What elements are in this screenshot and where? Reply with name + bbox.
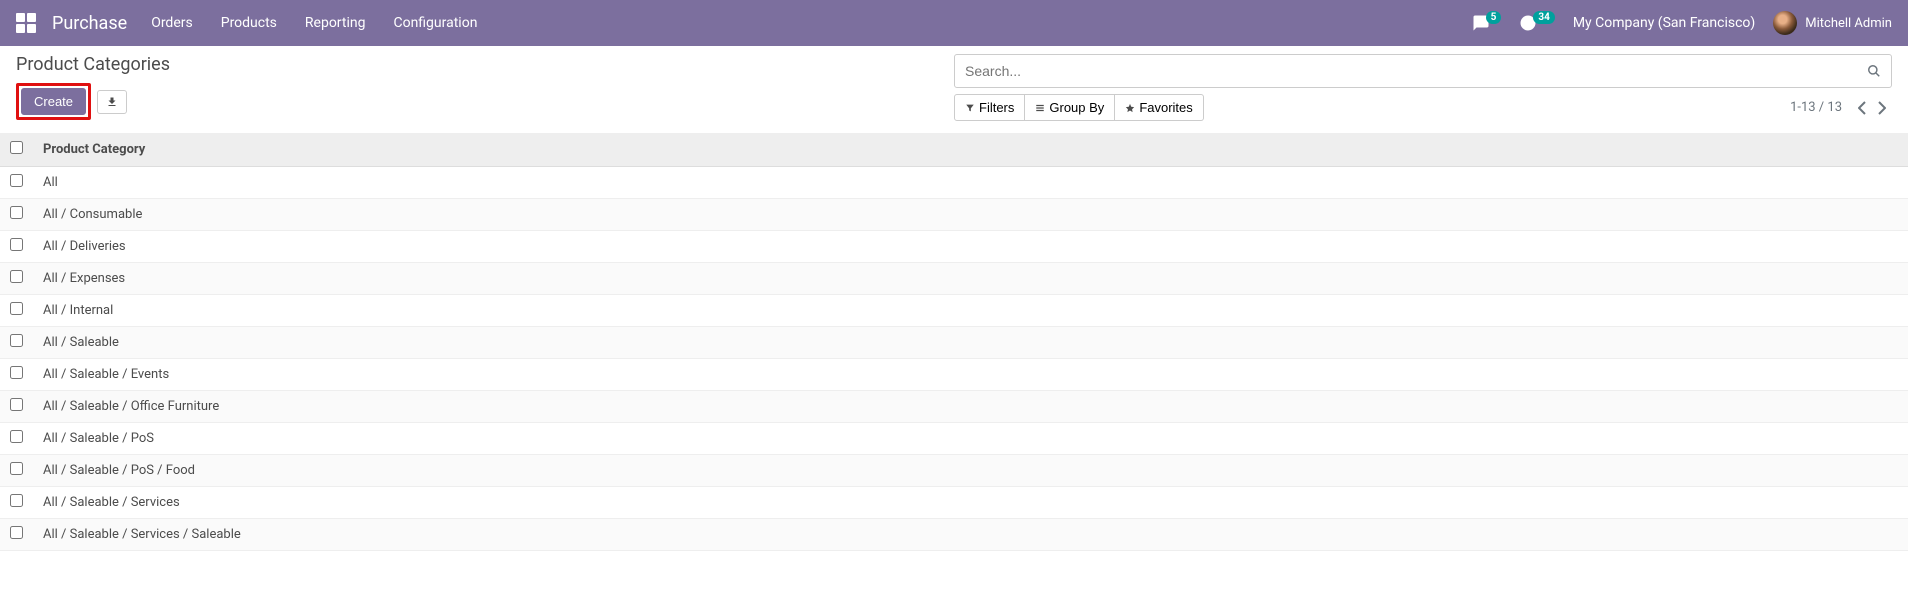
app-brand[interactable]: Purchase [52, 13, 127, 34]
table-row[interactable]: All / Saleable [0, 327, 1908, 359]
favorites-label: Favorites [1139, 100, 1192, 115]
search-input[interactable] [955, 57, 1857, 85]
user-menu[interactable]: Mitchell Admin [1773, 11, 1892, 35]
row-checkbox[interactable] [10, 334, 23, 347]
pager-next[interactable] [1872, 97, 1892, 119]
nav-item-products[interactable]: Products [221, 15, 277, 31]
messages-badge: 5 [1486, 11, 1502, 24]
table-row[interactable]: All [0, 167, 1908, 199]
nav-item-configuration[interactable]: Configuration [393, 15, 477, 31]
row-checkbox[interactable] [10, 238, 23, 251]
row-checkbox[interactable] [10, 462, 23, 475]
search-icon [1867, 64, 1881, 78]
pager-text[interactable]: 1-13 / 13 [1790, 100, 1842, 115]
create-button[interactable]: Create [21, 88, 86, 115]
create-highlight: Create [16, 83, 91, 120]
row-checkbox[interactable] [10, 174, 23, 187]
row-checkbox[interactable] [10, 206, 23, 219]
table-row[interactable]: All / Saleable / Services [0, 487, 1908, 519]
row-category-name: All [33, 167, 1908, 199]
row-category-name: All / Saleable / Events [33, 359, 1908, 391]
row-category-name: All / Saleable / Office Furniture [33, 391, 1908, 423]
search-toolbar: Filters Group By Favorites [954, 94, 1204, 121]
select-all-checkbox[interactable] [10, 141, 23, 154]
search-button[interactable] [1857, 64, 1891, 78]
export-button[interactable] [97, 90, 127, 114]
row-category-name: All / Saleable [33, 327, 1908, 359]
category-list: Product Category AllAll / ConsumableAll … [0, 133, 1908, 551]
row-checkbox[interactable] [10, 270, 23, 283]
table-row[interactable]: All / Saleable / Office Furniture [0, 391, 1908, 423]
table-row[interactable]: All / Deliveries [0, 231, 1908, 263]
list-icon [1035, 103, 1045, 113]
table-row[interactable]: All / Consumable [0, 199, 1908, 231]
row-checkbox[interactable] [10, 398, 23, 411]
messages-button[interactable]: 5 [1472, 14, 1502, 32]
filter-icon [965, 103, 975, 113]
column-header-category[interactable]: Product Category [33, 133, 1908, 167]
row-checkbox[interactable] [10, 494, 23, 507]
search-box [954, 54, 1892, 88]
user-name: Mitchell Admin [1805, 16, 1892, 31]
pager-prev[interactable] [1852, 97, 1872, 119]
row-category-name: All / Internal [33, 295, 1908, 327]
groupby-button[interactable]: Group By [1025, 94, 1115, 121]
activities-badge: 34 [1533, 11, 1554, 24]
nav-item-reporting[interactable]: Reporting [305, 15, 366, 31]
groupby-label: Group By [1049, 100, 1104, 115]
breadcrumb: Product Categories [16, 54, 954, 75]
nav-right: 5 34 My Company (San Francisco) Mitchell… [1472, 11, 1892, 35]
row-checkbox[interactable] [10, 526, 23, 539]
apps-icon[interactable] [16, 13, 36, 33]
table-row[interactable]: All / Saleable / PoS / Food [0, 455, 1908, 487]
chevron-left-icon [1858, 101, 1866, 115]
table-row[interactable]: All / Saleable / Services / Saleable [0, 519, 1908, 551]
table-row[interactable]: All / Internal [0, 295, 1908, 327]
avatar [1773, 11, 1797, 35]
row-category-name: All / Expenses [33, 263, 1908, 295]
star-icon [1125, 103, 1135, 113]
nav-menu: Orders Products Reporting Configuration [151, 15, 1471, 31]
table-row[interactable]: All / Saleable / PoS [0, 423, 1908, 455]
control-panel: Product Categories Create [0, 46, 1908, 133]
row-checkbox[interactable] [10, 302, 23, 315]
row-category-name: All / Deliveries [33, 231, 1908, 263]
table-row[interactable]: All / Saleable / Events [0, 359, 1908, 391]
row-checkbox[interactable] [10, 366, 23, 379]
row-category-name: All / Saleable / PoS / Food [33, 455, 1908, 487]
row-category-name: All / Saleable / PoS [33, 423, 1908, 455]
filters-button[interactable]: Filters [954, 94, 1025, 121]
download-icon [106, 96, 118, 108]
activities-button[interactable]: 34 [1519, 14, 1554, 32]
chevron-right-icon [1878, 101, 1886, 115]
table-row[interactable]: All / Expenses [0, 263, 1908, 295]
row-category-name: All / Consumable [33, 199, 1908, 231]
row-category-name: All / Saleable / Services [33, 487, 1908, 519]
company-selector[interactable]: My Company (San Francisco) [1573, 15, 1755, 31]
favorites-button[interactable]: Favorites [1115, 94, 1203, 121]
row-checkbox[interactable] [10, 430, 23, 443]
row-category-name: All / Saleable / Services / Saleable [33, 519, 1908, 551]
filters-label: Filters [979, 100, 1014, 115]
top-navbar: Purchase Orders Products Reporting Confi… [0, 0, 1908, 46]
pager: 1-13 / 13 [1790, 97, 1892, 119]
nav-item-orders[interactable]: Orders [151, 15, 193, 31]
